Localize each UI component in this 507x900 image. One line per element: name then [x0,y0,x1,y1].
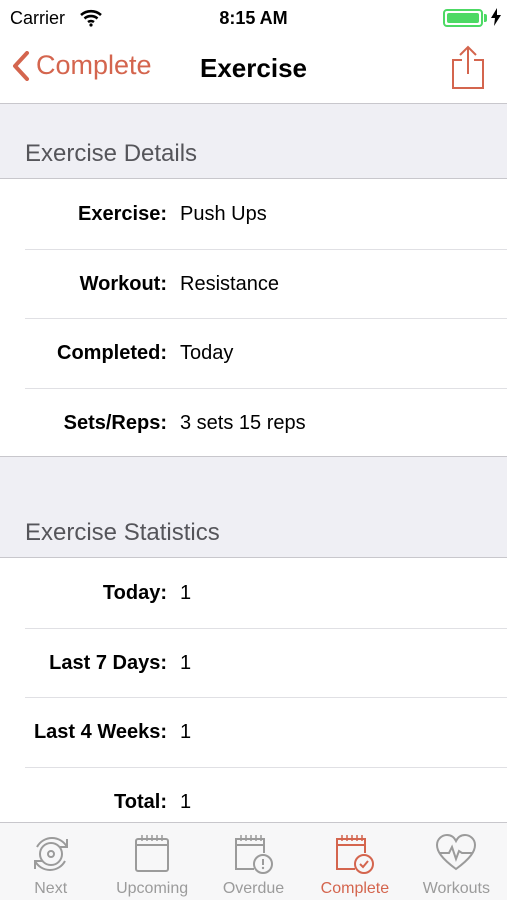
page-title: Exercise [200,53,307,83]
tab-overdue[interactable]: Overdue [203,823,304,900]
row-key: Exercise: [78,203,167,225]
section-title: Exercise Statistics [25,519,220,546]
share-icon [452,45,484,89]
row-key: Last 7 Days: [49,651,167,674]
status-bar: Carrier 8:15 AM [0,0,507,36]
row-key: Total: [114,790,167,813]
tab-label: Workouts [422,880,490,897]
section-title: Exercise Details [25,140,198,167]
row-value: Today [180,342,234,364]
row-value: 1 [180,721,192,743]
tab-next[interactable]: Next [0,823,101,900]
exercise-statistics-group: Today: 1 Last 7 Days: 1 Last 4 Weeks: 1 … [0,557,507,847]
tab-label: Upcoming [116,880,189,897]
stat-row: Last 4 Weeks: 1 [0,697,507,767]
tab-label: Next [34,880,68,897]
share-button[interactable] [451,44,485,95]
row-value: Push Ups [180,203,267,225]
cycle-icon [33,837,68,871]
tab-label: Complete [320,880,390,897]
calendar-check-icon [335,835,374,874]
stat-row: Today: 1 [0,558,507,628]
calendar-icon [135,835,170,872]
row-key: Last 4 Weeks: [33,721,167,743]
tab-label: Overdue [222,880,285,897]
row-value: 1 [180,651,192,674]
calendar-alert-icon [234,835,273,874]
detail-row: Completed: Today [0,318,507,388]
tab-complete[interactable]: Complete [304,823,405,900]
tab-upcoming[interactable]: Upcoming [101,823,202,900]
battery-tip [484,14,487,22]
row-value: Resistance [180,272,279,295]
row-value: 1 [180,582,192,604]
detail-row: Exercise: Push Ups [0,179,507,249]
row-key: Today: [102,582,167,604]
exercise-details-header: Exercise Details [0,104,507,178]
detail-row: Sets/Reps: 3 sets 15 reps [0,387,507,458]
tab-bar: Next Upcoming Overdue Complete Workouts [0,822,507,900]
charging-icon [491,8,501,31]
row-value: 3 sets 15 reps [180,411,306,434]
tab-workouts[interactable]: Workouts [406,823,507,900]
row-key: Completed: [57,342,167,364]
exercise-statistics-header: Exercise Statistics [0,457,507,557]
row-value: 1 [180,790,192,813]
row-key: Workout: [79,272,167,295]
heart-pulse-icon [436,833,477,871]
stat-row: Last 7 Days: 1 [0,627,507,698]
row-key: Sets/Reps: [63,411,167,434]
exercise-details-group: Exercise: Push Ups Workout: Resistance C… [0,178,507,457]
clock: 8:15 AM [219,8,288,28]
navigation-bar: Complete Exercise [0,36,507,104]
detail-row: Workout: Resistance [0,248,507,319]
battery-icon [443,9,483,27]
